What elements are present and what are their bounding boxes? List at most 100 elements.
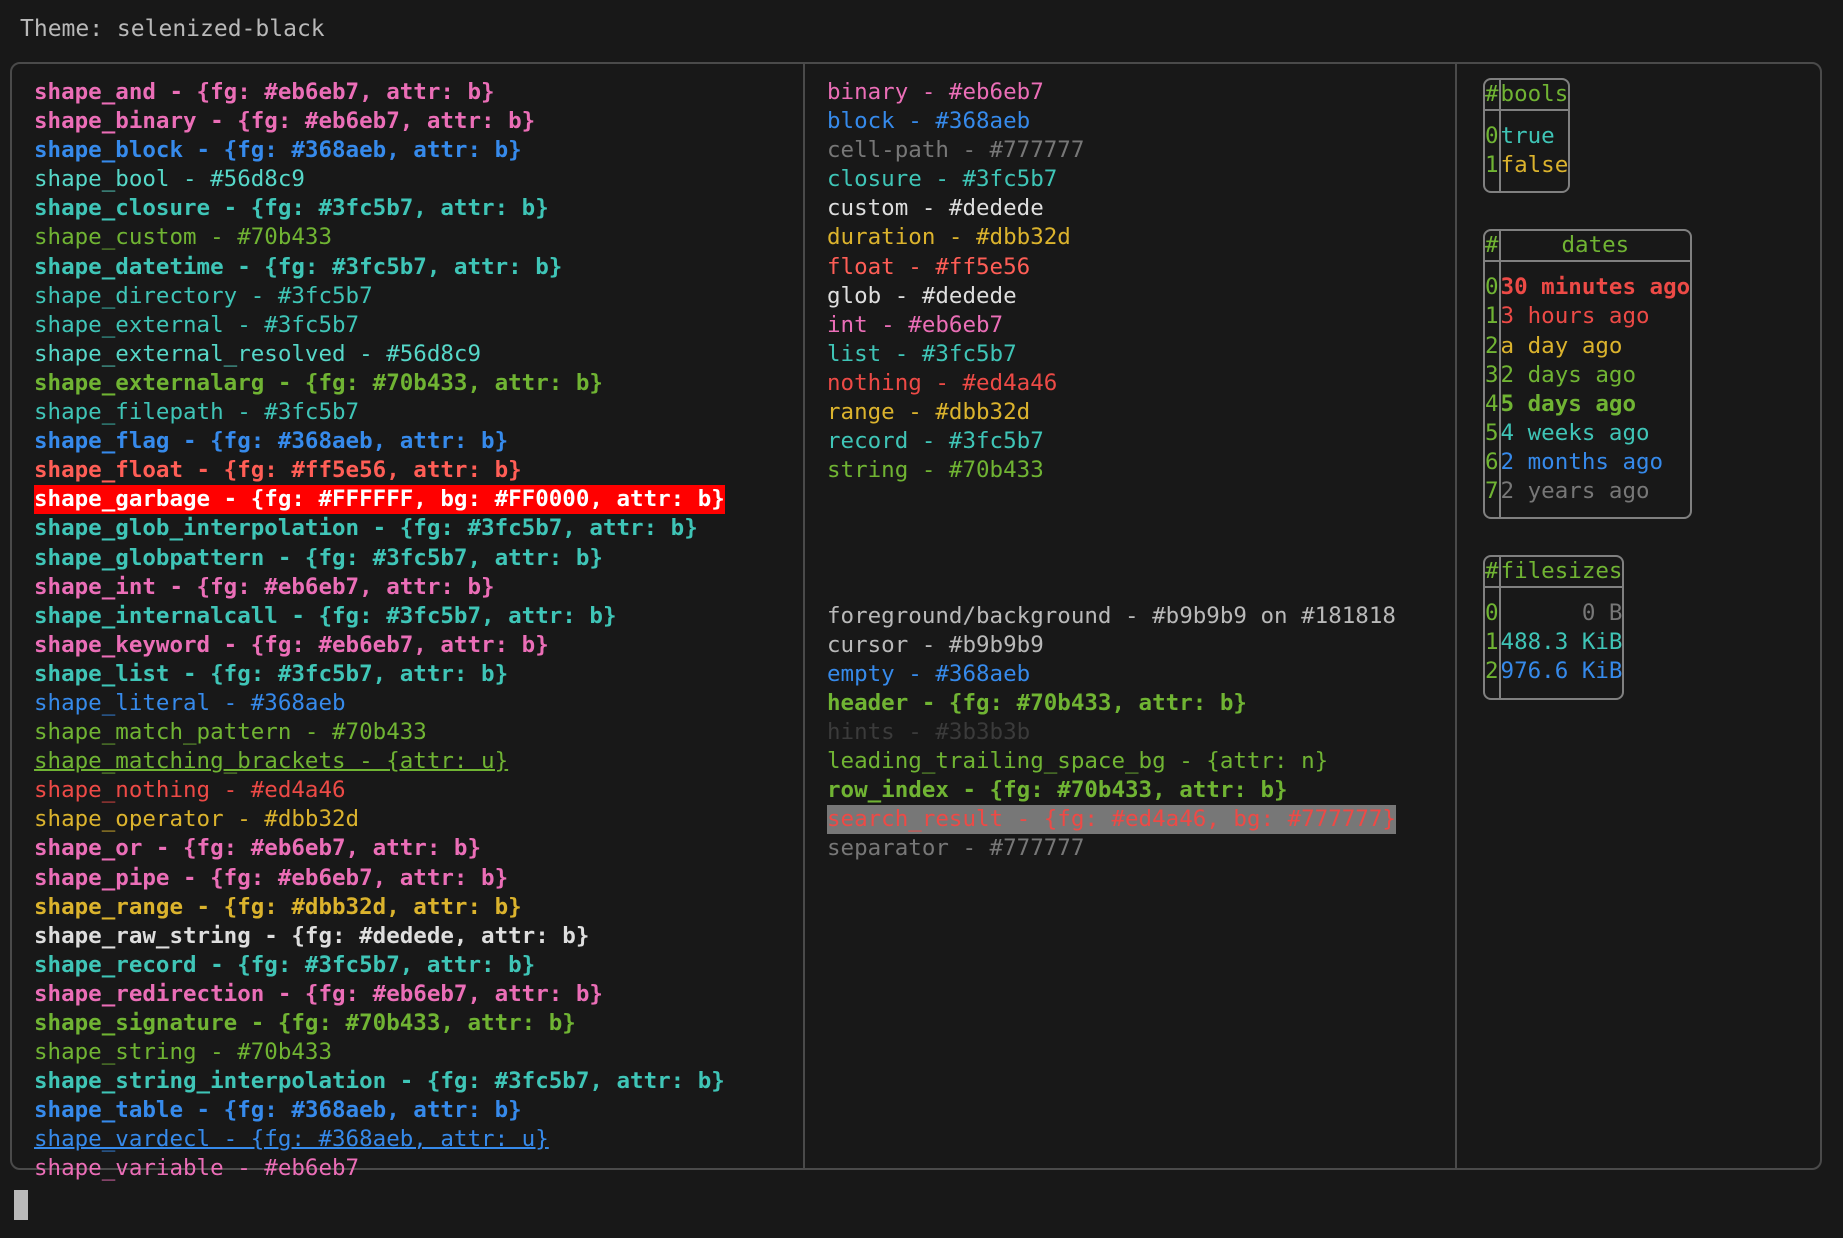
shape-entry: shape_int - {fg: #eb6eb7, attr: b} xyxy=(34,573,495,600)
ui-element-entry: cursor - #b9b9b9 xyxy=(827,631,1044,658)
shape-row: shape_int - {fg: #eb6eb7, attr: b} xyxy=(34,573,803,602)
shape-entry: shape_variable - #eb6eb7 xyxy=(34,1155,360,1182)
shape-entry: shape_flag - {fg: #368aeb, attr: b} xyxy=(34,428,509,455)
shape-row: shape_globpattern - {fg: #3fc5b7, attr: … xyxy=(34,544,803,573)
shape-entry: shape_vardecl - {fg: #368aeb, attr: u} xyxy=(34,1126,549,1153)
column-header-filesizes: filesizes xyxy=(1500,557,1623,589)
shape-row: shape_raw_string - {fg: #dedede, attr: b… xyxy=(34,922,803,951)
type-entry: list - #3fc5b7 xyxy=(827,340,1017,367)
ui-element-row: row_index - {fg: #70b433, attr: b} xyxy=(827,776,1455,805)
shape-row: shape_match_pattern - #70b433 xyxy=(34,718,803,747)
ui-element-row: hints - #3b3b3b xyxy=(827,718,1455,747)
type-row: block - #368aeb xyxy=(827,107,1455,136)
ui-element-row: separator - #777777 xyxy=(827,834,1455,863)
shape-row: shape_record - {fg: #3fc5b7, attr: b} xyxy=(34,951,803,980)
shape-row: shape_external_resolved - #56d8c9 xyxy=(34,340,803,369)
ui-element-row: cursor - #b9b9b9 xyxy=(827,631,1455,660)
shape-row: shape_range - {fg: #dbb32d, attr: b} xyxy=(34,893,803,922)
ui-element-row: header - {fg: #70b433, attr: b} xyxy=(827,689,1455,718)
type-entry: range - #dbb32d xyxy=(827,399,1031,426)
shape-row: shape_keyword - {fg: #eb6eb7, attr: b} xyxy=(34,631,803,660)
types-and-ui-column: binary - #eb6eb7 block - #368aeb cell-path… xyxy=(805,64,1457,1168)
ui-element-entry: separator - #777777 xyxy=(827,835,1085,862)
shape-entry: shape_string_interpolation - {fg: #3fc5b… xyxy=(34,1068,725,1095)
column-header-index: # xyxy=(1485,557,1501,589)
shape-entry: shape_table - {fg: #368aeb, attr: b} xyxy=(34,1097,522,1124)
row-index: 1 xyxy=(1485,151,1501,192)
table-row: 45 days ago xyxy=(1485,389,1690,419)
row-index: 5 xyxy=(1485,418,1501,448)
column-header-index: # xyxy=(1485,80,1501,112)
type-row: glob - #dedede xyxy=(827,282,1455,311)
cell-value: true xyxy=(1500,123,1555,150)
ui-elements-list: foreground/background - #b9b9b9 on #1818… xyxy=(827,602,1455,864)
shape-row: shape_and - {fg: #eb6eb7, attr: b} xyxy=(34,78,803,107)
shape-row: shape_directory - #3fc5b7 xyxy=(34,282,803,311)
shape-entry: shape_or - {fg: #eb6eb7, attr: b} xyxy=(34,835,482,862)
type-entry: nothing - #ed4a46 xyxy=(827,369,1058,396)
type-row: int - #eb6eb7 xyxy=(827,311,1455,340)
theme-title: Theme: selenized-black xyxy=(20,16,325,42)
table-filesizes: # filesizes 0 0 B 1 488.3 KiB 2 976.6 KiB xyxy=(1483,555,1625,700)
table-row: 2 976.6 KiB xyxy=(1485,657,1623,698)
shape-row: shape_string - #70b433 xyxy=(34,1038,803,1067)
shape-entry: shape_binary - {fg: #eb6eb7, attr: b} xyxy=(34,108,536,135)
shape-row: shape_pipe - {fg: #eb6eb7, attr: b} xyxy=(34,864,803,893)
shape-row: shape_variable - #eb6eb7 xyxy=(34,1154,803,1183)
shape-entry: shape_match_pattern - #70b433 xyxy=(34,719,427,746)
type-entry: glob - #dedede xyxy=(827,282,1017,309)
column-header-dates: dates xyxy=(1500,231,1691,263)
shape-entry: shape_matching_brackets - {attr: u} xyxy=(34,748,509,775)
types-list: binary - #eb6eb7 block - #368aeb cell-path… xyxy=(827,78,1455,485)
shape-entry: shape_garbage - {fg: #FFFFFF, bg: #FF000… xyxy=(34,485,725,515)
shape-row: shape_or - {fg: #eb6eb7, attr: b} xyxy=(34,834,803,863)
shape-row: shape_list - {fg: #3fc5b7, attr: b} xyxy=(34,660,803,689)
table-row: 62 months ago xyxy=(1485,447,1690,478)
cell-value: 5 days ago xyxy=(1500,390,1637,417)
table-row: 2a day ago xyxy=(1485,331,1690,361)
ui-element-entry: foreground/background - #b9b9b9 on #1818… xyxy=(827,602,1396,629)
row-index: 6 xyxy=(1485,447,1501,478)
shape-row: shape_flag - {fg: #368aeb, attr: b} xyxy=(34,427,803,456)
type-row: nothing - #ed4a46 xyxy=(827,369,1455,398)
shape-entry: shape_nothing - #ed4a46 xyxy=(34,777,346,804)
type-row: custom - #dedede xyxy=(827,194,1455,223)
table-row: 54 weeks ago xyxy=(1485,418,1690,448)
type-row: cell-path - #777777 xyxy=(827,136,1455,165)
shape-row: shape_binary - {fg: #eb6eb7, attr: b} xyxy=(34,107,803,136)
ui-element-row: search_result - {fg: #ed4a46, bg: #77777… xyxy=(827,805,1455,835)
shape-row: shape_block - {fg: #368aeb, attr: b} xyxy=(34,136,803,165)
cell-value: 4 weeks ago xyxy=(1500,419,1650,446)
table-row: 0 0 B xyxy=(1485,588,1623,629)
type-entry: block - #368aeb xyxy=(827,108,1031,135)
row-index: 3 xyxy=(1485,360,1501,390)
shape-entry: shape_float - {fg: #ff5e56, attr: b} xyxy=(34,457,522,484)
type-row: string - #70b433 xyxy=(827,456,1455,485)
terminal-window: Theme: selenized-black shape_and - {fg: … xyxy=(0,0,1843,1238)
shape-entry: shape_pipe - {fg: #eb6eb7, attr: b} xyxy=(34,864,509,891)
cell-value: 0 B xyxy=(1581,600,1623,627)
cell-value: 976.6 KiB xyxy=(1500,658,1623,685)
row-index: 2 xyxy=(1485,657,1501,698)
shape-row: shape_table - {fg: #368aeb, attr: b} xyxy=(34,1096,803,1125)
type-entry: cell-path - #777777 xyxy=(827,137,1085,164)
shape-row: shape_signature - {fg: #70b433, attr: b} xyxy=(34,1009,803,1038)
shape-entry: shape_closure - {fg: #3fc5b7, attr: b} xyxy=(34,195,549,222)
shape-row: shape_garbage - {fg: #FFFFFF, bg: #FF000… xyxy=(34,485,803,515)
shape-entry: shape_externalarg - {fg: #70b433, attr: … xyxy=(34,369,603,396)
cell-value: 30 minutes ago xyxy=(1500,274,1691,301)
cell-value: 2 years ago xyxy=(1500,478,1650,505)
shape-row: shape_glob_interpolation - {fg: #3fc5b7,… xyxy=(34,514,803,543)
table-bools: # bools 0 true 1 false xyxy=(1483,78,1571,194)
shape-entry: shape_external_resolved - #56d8c9 xyxy=(34,340,482,367)
ui-element-entry: header - {fg: #70b433, attr: b} xyxy=(827,689,1247,716)
shapes-column: shape_and - {fg: #eb6eb7, attr: b} shape_… xyxy=(12,64,805,1181)
shape-entry: shape_external - #3fc5b7 xyxy=(34,311,360,338)
type-entry: duration - #dbb32d xyxy=(827,224,1071,251)
terminal-cursor xyxy=(14,1190,28,1220)
type-row: float - #ff5e56 xyxy=(827,253,1455,282)
shape-entry: shape_internalcall - {fg: #3fc5b7, attr:… xyxy=(34,602,617,629)
